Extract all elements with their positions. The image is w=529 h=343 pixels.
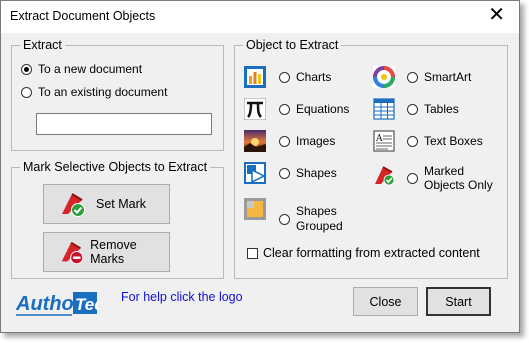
dialog-window: Extract Document Objects ✕ Extract To a …	[0, 0, 520, 333]
close-button[interactable]: Close	[353, 287, 418, 316]
radio-marked-objects[interactable]: Marked Objects Only	[407, 164, 504, 192]
radio-text-boxes[interactable]: Text Boxes	[407, 134, 483, 148]
marked-objects-label: Marked Objects Only	[424, 164, 493, 192]
objects-legend: Object to Extract	[243, 38, 342, 52]
radio-charts[interactable]: Charts	[279, 70, 331, 84]
logo-author-text: Author	[15, 293, 83, 315]
radio-tables-indicator[interactable]	[407, 103, 418, 115]
set-mark-button[interactable]: Set Mark	[43, 184, 170, 224]
text-boxes-label: Text Boxes	[424, 134, 483, 148]
radio-tables[interactable]: Tables	[407, 102, 459, 116]
close-window-button[interactable]: ✕	[488, 4, 505, 26]
help-link[interactable]: For help click the logo	[121, 290, 243, 304]
remove-marks-icon	[61, 241, 84, 265]
window-title: Extract Document Objects	[10, 9, 156, 23]
extract-legend: Extract	[20, 38, 65, 52]
extract-group: Extract To a new document To an existing…	[11, 38, 224, 151]
radio-shapes[interactable]: Shapes	[279, 166, 337, 180]
image-icon	[244, 130, 266, 152]
chart-icon	[244, 66, 266, 88]
shapes-label: Shapes	[296, 166, 337, 180]
shapes-grouped-label: Shapes Grouped	[296, 204, 343, 233]
remove-marks-label: Remove Marks	[90, 238, 137, 266]
set-mark-label: Set Mark	[96, 197, 147, 211]
objects-group: Object to Extract Charts Equations Image…	[234, 38, 508, 279]
shapes-icon	[244, 162, 266, 184]
mark-group: Mark Selective Objects to Extract Set Ma…	[11, 160, 224, 279]
radio-equations-indicator[interactable]	[279, 103, 290, 115]
clear-formatting-label: Clear formatting from extracted content	[263, 246, 480, 260]
mark-legend: Mark Selective Objects to Extract	[20, 160, 211, 174]
equation-icon	[244, 98, 266, 120]
radio-marked-objects-indicator[interactable]	[407, 172, 418, 184]
radio-existing-document-label: To an existing document	[38, 85, 168, 99]
radio-shapes-indicator[interactable]	[279, 167, 290, 179]
radio-charts-indicator[interactable]	[279, 71, 290, 83]
smartart-label: SmartArt	[424, 70, 472, 84]
textbox-icon: A	[373, 130, 395, 152]
shapes-grouped-icon	[244, 198, 266, 220]
authortec-logo[interactable]: Author Tec	[15, 286, 99, 318]
radio-shapes-grouped-indicator[interactable]	[279, 213, 290, 225]
radio-shapes-grouped[interactable]: Shapes Grouped	[279, 204, 356, 234]
clear-formatting-checkbox[interactable]	[247, 248, 258, 259]
start-button[interactable]: Start	[426, 287, 491, 316]
radio-equations[interactable]: Equations	[279, 102, 349, 116]
set-mark-icon	[62, 193, 85, 217]
radio-existing-document[interactable]: To an existing document	[21, 85, 167, 99]
radio-smartart[interactable]: SmartArt	[407, 70, 471, 84]
table-icon	[373, 98, 395, 120]
images-label: Images	[296, 134, 336, 148]
radio-new-document-indicator[interactable]	[21, 63, 32, 75]
radio-text-boxes-indicator[interactable]	[407, 135, 418, 147]
radio-images-indicator[interactable]	[279, 135, 290, 147]
radio-smartart-indicator[interactable]	[407, 71, 418, 83]
radio-existing-document-indicator[interactable]	[21, 86, 32, 98]
existing-document-path-input[interactable]	[36, 113, 212, 135]
smartart-icon	[373, 66, 395, 88]
radio-new-document-label: To a new document	[38, 62, 143, 76]
remove-marks-button[interactable]: Remove Marks	[43, 232, 170, 272]
charts-label: Charts	[296, 70, 332, 84]
equations-label: Equations	[296, 102, 350, 116]
radio-new-document[interactable]: To a new document	[21, 62, 142, 76]
radio-images[interactable]: Images	[279, 134, 335, 148]
tables-label: Tables	[424, 102, 459, 116]
title-bar: Extract Document Objects ✕	[1, 1, 519, 33]
marked-objects-icon	[375, 166, 395, 186]
logo-tec-text: Tec	[75, 295, 99, 314]
